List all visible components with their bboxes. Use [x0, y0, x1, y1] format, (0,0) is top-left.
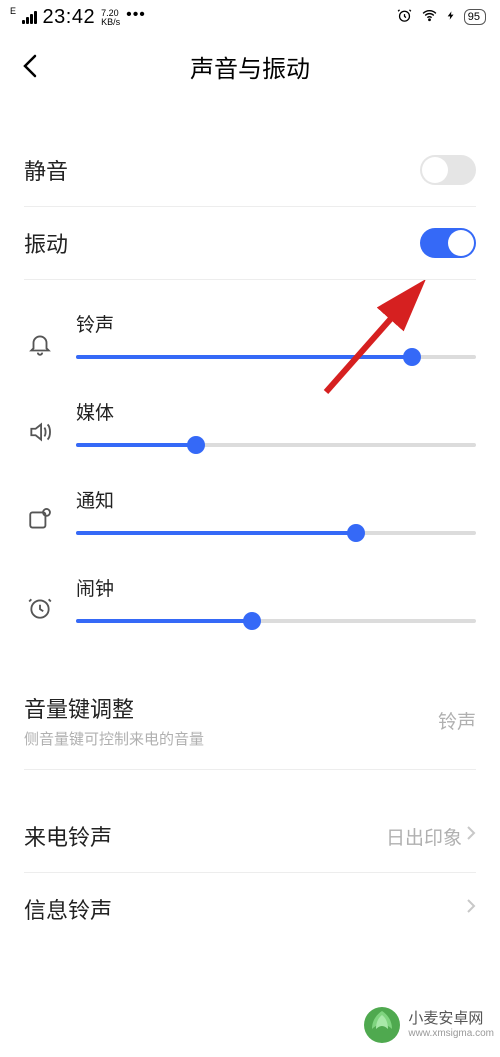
more-icon: •••: [126, 6, 146, 24]
silent-toggle[interactable]: [420, 155, 476, 185]
ringtone-slider-body: 铃声: [76, 310, 476, 359]
notification-slider-body: 通知: [76, 486, 476, 535]
alarm-icon: [396, 7, 413, 27]
vibrate-toggle[interactable]: [420, 228, 476, 258]
speaker-icon: [24, 416, 56, 448]
media-slider-body: 媒体: [76, 398, 476, 447]
vibrate-row[interactable]: 振动: [0, 207, 500, 279]
volume-key-value: 铃声: [438, 707, 476, 734]
battery-percent: 95: [468, 11, 480, 23]
watermark-text: 小麦安卓网 www.xmsigma.com: [408, 1010, 494, 1040]
message-ringtone-label: 信息铃声: [24, 893, 112, 925]
alarm-slider[interactable]: [76, 619, 476, 623]
status-right: 95: [396, 7, 486, 27]
vibrate-label: 振动: [24, 227, 68, 259]
sliders-section: 铃声 媒体 通知: [0, 280, 500, 672]
status-bar: E 23:42 7.20 KB/s ••• 95: [0, 0, 500, 34]
charging-icon: [446, 8, 456, 26]
spacer: [0, 770, 500, 800]
alarm-slider-row: 闹钟: [24, 574, 476, 624]
volume-key-sub: 侧音量键可控制来电的音量: [24, 728, 204, 749]
page-title: 声音与振动: [190, 49, 310, 84]
chevron-right-icon: [466, 825, 476, 847]
ringtone-slider[interactable]: [76, 355, 476, 359]
watermark-logo-icon: [362, 1005, 402, 1045]
notification-slider-row: 通知: [24, 486, 476, 536]
alarm-slider-body: 闹钟: [76, 574, 476, 623]
alarm-label: 闹钟: [76, 574, 476, 601]
status-left: E 23:42 7.20 KB/s •••: [10, 6, 146, 29]
content: 静音 振动 铃声 媒体: [0, 98, 500, 945]
media-slider[interactable]: [76, 443, 476, 447]
notification-slider[interactable]: [76, 531, 476, 535]
ringtone-slider-row: 铃声: [24, 310, 476, 360]
ringtone-label: 铃声: [76, 310, 476, 337]
incoming-ringtone-value: 日出印象: [386, 823, 476, 850]
signal-type: E: [10, 7, 16, 16]
media-label: 媒体: [76, 398, 476, 425]
volume-key-row[interactable]: 音量键调整 侧音量键可控制来电的音量 铃声: [0, 672, 500, 769]
incoming-ringtone-label: 来电铃声: [24, 820, 112, 852]
message-ringtone-row[interactable]: 信息铃声: [0, 873, 500, 945]
watermark-title: 小麦安卓网: [408, 1010, 494, 1028]
wifi-icon: [421, 7, 438, 27]
message-ringtone-value: [466, 898, 476, 920]
watermark: 小麦安卓网 www.xmsigma.com: [362, 1005, 494, 1045]
network-speed: 7.20 KB/s: [101, 9, 120, 27]
volume-key-label: 音量键调整: [24, 692, 204, 724]
volume-key-text: 音量键调整 侧音量键可控制来电的音量: [24, 692, 204, 749]
watermark-url: www.xmsigma.com: [408, 1028, 494, 1040]
chevron-right-icon: [466, 898, 476, 920]
status-time: 23:42: [43, 6, 96, 29]
notification-label: 通知: [76, 486, 476, 513]
signal-strength-icon: [22, 10, 37, 24]
battery-indicator: 95: [464, 9, 486, 25]
incoming-ringtone-text: 日出印象: [386, 823, 462, 850]
clock-icon: [24, 592, 56, 624]
speed-unit: KB/s: [101, 18, 120, 27]
silent-row[interactable]: 静音: [0, 134, 500, 206]
notification-icon: [24, 504, 56, 536]
bell-icon: [24, 328, 56, 360]
page-header: 声音与振动: [0, 34, 500, 98]
silent-label: 静音: [24, 154, 68, 186]
incoming-ringtone-row[interactable]: 来电铃声 日出印象: [0, 800, 500, 872]
back-button[interactable]: [22, 53, 38, 79]
media-slider-row: 媒体: [24, 398, 476, 448]
